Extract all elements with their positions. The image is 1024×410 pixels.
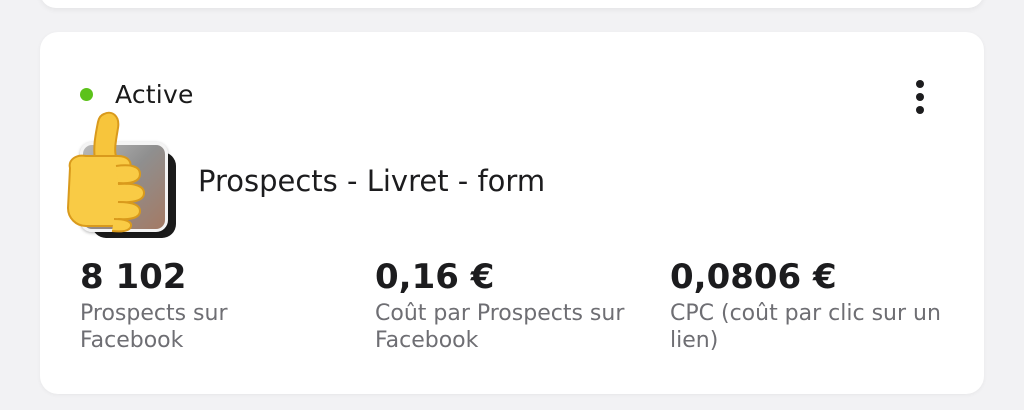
status-label: Active [115,80,194,109]
thumbs-up-emoji-icon [66,111,146,233]
metric-value: 0,0806 € [670,257,837,297]
campaign-thumbnail[interactable] [56,106,186,246]
metric-cpc: 0,0806 € CPC (coût par clic sur un lien) [670,257,950,354]
metric-value: 0,16 € [375,257,495,297]
status-indicator: Active [80,80,194,109]
more-vertical-icon-dot [916,93,924,101]
more-options-button[interactable] [906,78,934,116]
previous-card-edge [40,0,984,8]
metric-prospects: 8 102 Prospects sur Facebook [80,257,360,354]
campaign-title[interactable]: Prospects - Livret - form [198,164,545,198]
more-vertical-icon [916,80,924,88]
status-dot-icon [80,88,93,101]
campaign-card[interactable]: Active Prospects - Livret - form 8 102 P… [40,32,984,394]
metric-label: CPC (coût par clic sur un lien) [670,301,941,353]
metric-label: Coût par Prospects sur Facebook [375,301,625,353]
metric-cost-per-prospect: 0,16 € Coût par Prospects sur Facebook [375,257,655,354]
metric-label: Prospects sur Facebook [80,301,228,353]
metric-value: 8 102 [80,257,187,297]
more-vertical-icon-dot [916,106,924,114]
